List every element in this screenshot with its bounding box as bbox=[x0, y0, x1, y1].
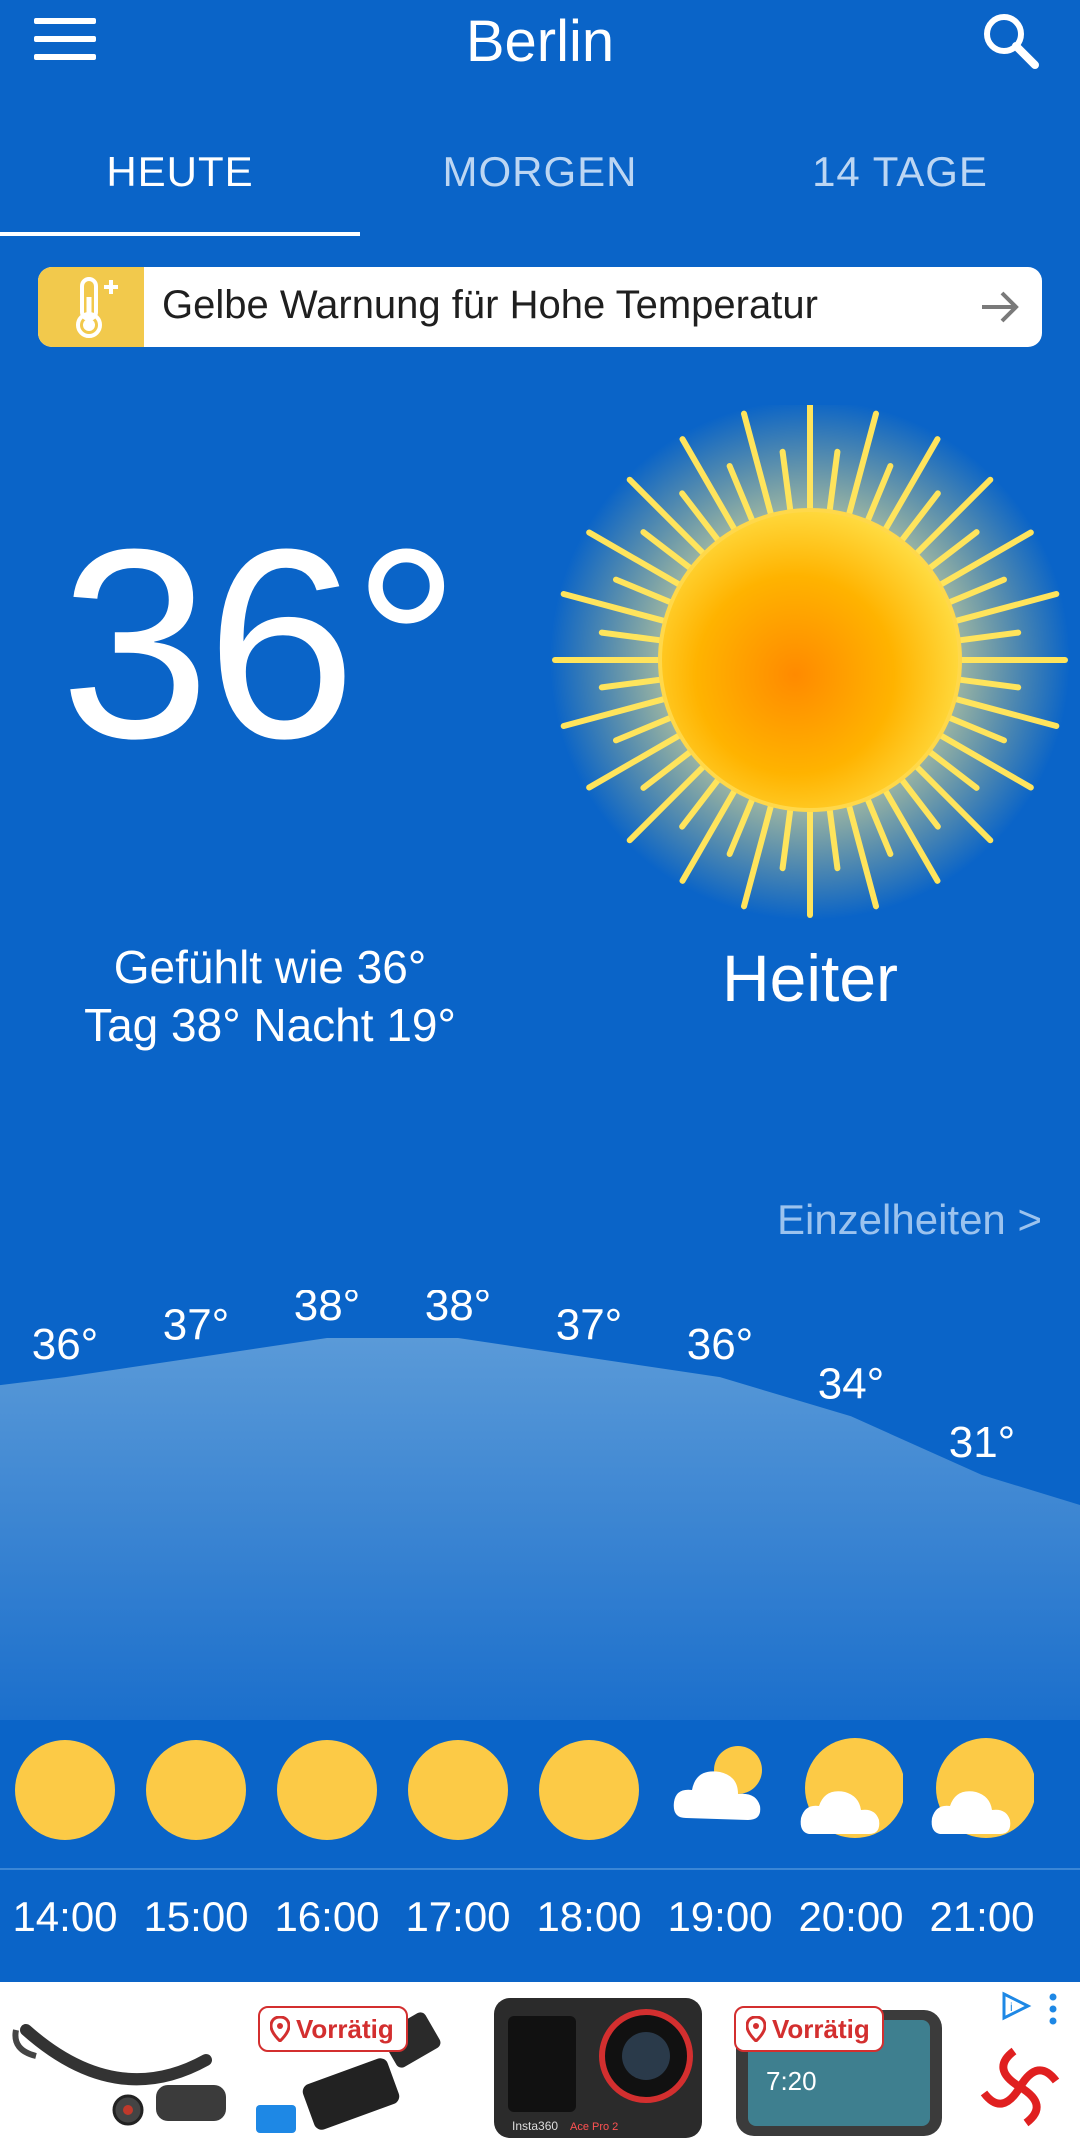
hourly-temperature-graph: 36° 37° 38° 38° 37° 36° 34° 31° bbox=[0, 1290, 1080, 1720]
camera-model-label: Ace Pro 2 bbox=[570, 2121, 618, 2133]
hourly-temp-label: 37° bbox=[556, 1301, 623, 1350]
more-options-icon[interactable] bbox=[1046, 1992, 1060, 2026]
heat-warning-banner[interactable]: Gelbe Warnung für Hohe Temperatur bbox=[38, 267, 1042, 347]
partly-cloudy-icon bbox=[668, 1738, 772, 1842]
hourly-temp-label: 38° bbox=[425, 1290, 492, 1330]
badge-label: Vorrätig bbox=[772, 2013, 870, 2044]
hourly-temp-label: 34° bbox=[818, 1359, 885, 1408]
display-time: 7:20 bbox=[766, 2066, 817, 2096]
camera-brand-label: Insta360 bbox=[512, 2119, 558, 2133]
hourly-time-label: 21:00 bbox=[929, 1893, 1035, 1940]
details-link[interactable]: Einzelheiten > bbox=[777, 1196, 1042, 1244]
in-stock-badge: Vorrätig bbox=[258, 2006, 408, 2052]
ad-product-card-reader[interactable]: Vorrätig bbox=[246, 1990, 468, 2140]
adchoices-icon[interactable]: i bbox=[1000, 1990, 1032, 2022]
location-pin-icon bbox=[746, 2016, 766, 2042]
sun-icon bbox=[545, 400, 1075, 935]
warning-text: Gelbe Warnung für Hohe Temperatur bbox=[162, 283, 818, 327]
day-night-temps: Tag 38° Nacht 19° bbox=[84, 999, 456, 1051]
feels-like-text: Gefühlt wie 36° bbox=[113, 941, 427, 993]
hourly-time-label: 19:00 bbox=[667, 1893, 773, 1940]
weather-condition: Heiter bbox=[721, 941, 899, 1015]
hourly-temp-label: 31° bbox=[949, 1418, 1016, 1467]
location-pin-icon bbox=[270, 2016, 290, 2042]
tab-morgen[interactable]: MORGEN bbox=[360, 148, 720, 196]
tab-14-tage[interactable]: 14 TAGE bbox=[720, 148, 1080, 196]
hourly-temp-label: 38° bbox=[294, 1290, 361, 1330]
ad-product-headphones[interactable] bbox=[6, 1990, 236, 2140]
hourly-time-label: 14:00 bbox=[12, 1893, 118, 1940]
sun-behind-cloud-icon bbox=[799, 1738, 905, 1842]
in-stock-badge: Vorrätig bbox=[734, 2006, 884, 2052]
sun-icon bbox=[537, 1738, 641, 1842]
tab-heute[interactable]: HEUTE bbox=[0, 148, 360, 196]
arrow-right-icon bbox=[978, 285, 1022, 329]
sun-icon bbox=[275, 1738, 379, 1842]
sun-icon bbox=[406, 1738, 510, 1842]
hourly-time-label: 18:00 bbox=[536, 1893, 642, 1940]
current-temperature: 36° bbox=[60, 494, 460, 795]
search-icon[interactable] bbox=[980, 10, 1040, 70]
hourly-temp-label: 36° bbox=[32, 1320, 99, 1369]
temperature-area bbox=[0, 1338, 1080, 1720]
ad-banner[interactable]: Vorrätig Insta360 Ace Pro 2 7:20 Vorräti… bbox=[0, 1982, 1080, 2148]
hourly-time-label: 20:00 bbox=[798, 1893, 904, 1940]
active-tab-indicator bbox=[0, 232, 360, 236]
brand-logo-icon bbox=[975, 2042, 1065, 2132]
hourly-temp-label: 37° bbox=[163, 1301, 230, 1350]
ad-product-smart-display[interactable]: 7:20 Vorrätig bbox=[722, 1990, 954, 2140]
badge-label: Vorrätig bbox=[296, 2013, 394, 2044]
thermometer-icon bbox=[38, 267, 144, 347]
hourly-time-label: 17:00 bbox=[405, 1893, 511, 1940]
hourly-divider bbox=[0, 1868, 1080, 1870]
sun-icon bbox=[13, 1738, 117, 1842]
sun-behind-cloud-icon bbox=[930, 1738, 1036, 1842]
menu-button[interactable] bbox=[34, 18, 96, 66]
hourly-temp-label: 36° bbox=[687, 1320, 754, 1369]
svg-text:i: i bbox=[1010, 2000, 1013, 2014]
sun-icon bbox=[144, 1738, 248, 1842]
city-title: Berlin bbox=[465, 9, 615, 74]
ad-product-action-camera[interactable]: Insta360 Ace Pro 2 bbox=[486, 1990, 712, 2140]
hourly-time-label: 15:00 bbox=[143, 1893, 249, 1940]
hourly-time-label: 16:00 bbox=[274, 1893, 380, 1940]
